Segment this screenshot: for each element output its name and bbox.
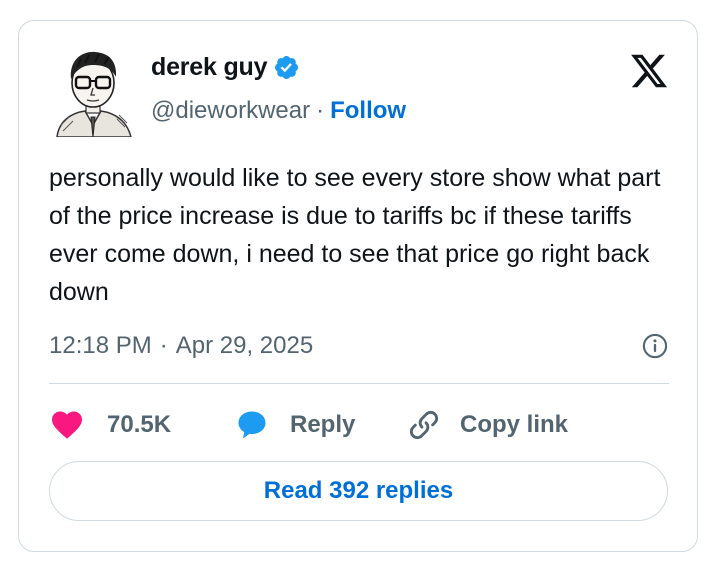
follow-button[interactable]: Follow	[330, 97, 406, 125]
info-icon[interactable]	[641, 332, 669, 360]
handle-row: @dieworkwear · Follow	[151, 97, 406, 125]
reply-label: Reply	[290, 411, 356, 438]
tweet-timestamp: 12:18 PM · Apr 29, 2025	[49, 329, 669, 363]
reply-button[interactable]: Reply	[234, 407, 406, 443]
copy-link-label: Copy link	[460, 411, 569, 438]
divider	[49, 383, 669, 384]
name-row: derek guy	[151, 53, 300, 82]
copy-link-button[interactable]: Copy link	[406, 407, 568, 443]
like-count: 70.5K	[107, 411, 172, 438]
action-bar: 70.5K Reply Copy link	[49, 405, 669, 445]
tweet-text: personally would like to see every store…	[49, 164, 661, 306]
tweet-header: derek guy @dieworkwear · Follow	[49, 45, 669, 141]
display-name[interactable]: derek guy	[151, 53, 268, 82]
avatar-illustration	[56, 51, 132, 138]
timestamp-separator: ·	[159, 332, 168, 359]
heart-icon	[52, 411, 82, 439]
link-icon	[410, 411, 438, 439]
tweet-card: derek guy @dieworkwear · Follow personal…	[18, 20, 698, 552]
tweet-date[interactable]: Apr 29, 2025	[176, 332, 313, 360]
separator: ·	[316, 97, 325, 124]
read-replies-button[interactable]: Read 392 replies	[49, 461, 668, 521]
verified-badge-icon	[275, 55, 299, 80]
tweet-time[interactable]: 12:18 PM	[49, 332, 152, 360]
x-logo-icon[interactable]	[629, 51, 669, 91]
reply-bubble-icon	[238, 411, 266, 439]
handle[interactable]: @dieworkwear	[151, 97, 310, 125]
like-button[interactable]: 70.5K	[49, 407, 234, 443]
avatar[interactable]	[49, 45, 137, 138]
